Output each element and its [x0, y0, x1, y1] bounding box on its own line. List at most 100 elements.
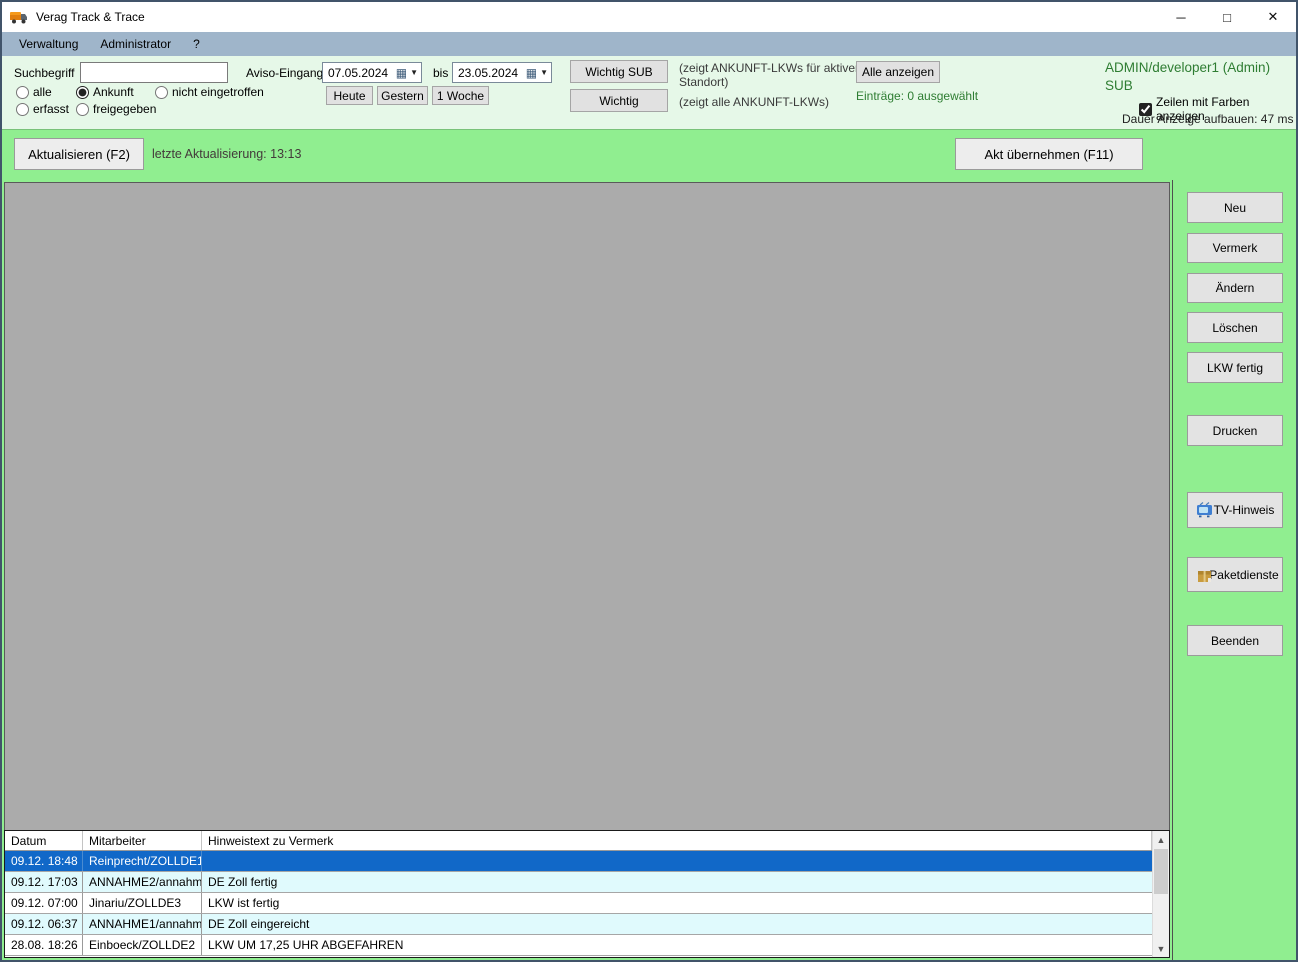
- wichtig-sub-button[interactable]: Wichtig SUB: [570, 60, 668, 83]
- app-window: Verag Track & Trace ─ □ ✕ Verwaltung Adm…: [0, 0, 1298, 962]
- dropdown-icon[interactable]: ▼: [540, 68, 548, 77]
- cell-datum: 09.12. 17:03: [5, 872, 83, 892]
- calendar-icon[interactable]: ▦: [396, 67, 407, 79]
- table-row[interactable]: 09.12. 06:37 ANNAHME1/annahme1 DE Zoll e…: [5, 914, 1152, 935]
- cell-mitarbeiter: Reinprecht/ZOLLDE1: [83, 851, 202, 871]
- menu-verwaltung[interactable]: Verwaltung: [8, 34, 89, 54]
- tv-icon: [1197, 502, 1212, 518]
- table-row[interactable]: 28.08. 18:26 Einboeck/ZOLLDE2 LKW UM 17,…: [5, 935, 1152, 956]
- title-bar: Verag Track & Trace ─ □ ✕: [2, 2, 1296, 32]
- table-row[interactable]: 09.12. 17:03 ANNAHME2/annahme2 DE Zoll f…: [5, 872, 1152, 893]
- maximize-button[interactable]: □: [1204, 2, 1250, 32]
- woche-button[interactable]: 1 Woche: [432, 86, 489, 105]
- menu-help[interactable]: ?: [182, 34, 211, 54]
- radio-ankunft[interactable]: Ankunft: [76, 85, 134, 99]
- aviso-label: Aviso-Eingang: [246, 66, 324, 80]
- date-from-picker[interactable]: 07.05.2024 ▦ ▼: [322, 62, 422, 83]
- log-table-header: Datum Mitarbeiter Hinweistext zu Vermerk: [5, 831, 1152, 851]
- log-table-body: Datum Mitarbeiter Hinweistext zu Vermerk…: [5, 831, 1152, 957]
- radio-ankunft-input[interactable]: [76, 85, 89, 99]
- cell-datum: 09.12. 07:00: [5, 893, 83, 913]
- content-area: Datum Mitarbeiter Hinweistext zu Vermerk…: [2, 180, 1296, 960]
- tv-hinweis-label: TV-Hinweis: [1213, 503, 1275, 517]
- drucken-button[interactable]: Drucken: [1187, 415, 1283, 446]
- cell-hinweis: LKW UM 17,25 UHR ABGEFAHREN: [208, 938, 404, 952]
- radio-nicht-eingetroffen[interactable]: nicht eingetroffen: [155, 85, 264, 99]
- heute-button[interactable]: Heute: [326, 86, 373, 105]
- cell-datum: 09.12. 06:37: [5, 914, 83, 934]
- radio-alle-input[interactable]: [16, 85, 29, 99]
- package-icon: [1198, 570, 1211, 582]
- last-refresh-text: letzte Aktualisierung: 13:13: [152, 147, 302, 161]
- tv-hinweis-button[interactable]: TV-Hinweis: [1187, 492, 1283, 528]
- current-site: SUB: [1105, 78, 1133, 93]
- cell-hinweis: [202, 851, 1152, 871]
- action-bar: Aktualisieren (F2) letzte Aktualisierung…: [2, 130, 1296, 180]
- table-row[interactable]: 09.12. 07:00 Jinariu/ZOLLDE3 LKW ist fer…: [5, 893, 1152, 914]
- cell-mitarbeiter: Jinariu/ZOLLDE3: [83, 893, 202, 913]
- radio-erfasst[interactable]: erfasst: [16, 102, 69, 116]
- cell-hinweis: LKW ist fertig: [208, 896, 280, 910]
- scroll-up-icon[interactable]: ▲: [1153, 831, 1169, 848]
- duration-text: Dauer Anzeige aufbauen: 47 ms: [1122, 112, 1294, 126]
- calendar-icon[interactable]: ▦: [526, 67, 537, 79]
- window-title: Verag Track & Trace: [36, 10, 145, 24]
- close-button[interactable]: ✕: [1250, 2, 1296, 32]
- current-user: ADMIN/developer1 (Admin): [1105, 60, 1271, 75]
- gestern-button[interactable]: Gestern: [377, 86, 428, 105]
- radio-ankunft-label: Ankunft: [93, 85, 134, 99]
- date-to-value: 23.05.2024: [458, 65, 519, 80]
- cell-mitarbeiter: ANNAHME2/annahme2: [83, 872, 202, 892]
- radio-erfasst-input[interactable]: [16, 102, 29, 116]
- sidebar: Neu Vermerk Ändern Löschen LKW fertig Dr…: [1172, 180, 1296, 960]
- alle-anzeigen-button[interactable]: Alle anzeigen: [856, 61, 940, 83]
- cell-mitarbeiter: Einboeck/ZOLLDE2: [83, 935, 202, 955]
- paketdienste-label: Paketdienste: [1209, 567, 1279, 582]
- refresh-button[interactable]: Aktualisieren (F2): [14, 138, 144, 170]
- column-header-mitarbeiter[interactable]: Mitarbeiter: [83, 831, 202, 850]
- wichtig-button[interactable]: Wichtig: [570, 89, 668, 112]
- column-header-datum[interactable]: Datum: [5, 831, 83, 850]
- table-row-selected[interactable]: 09.12. 18:48 Reinprecht/ZOLLDE1: [5, 851, 1152, 872]
- main-grid-empty[interactable]: [4, 182, 1170, 830]
- dropdown-icon[interactable]: ▼: [410, 68, 418, 77]
- menu-administrator[interactable]: Administrator: [89, 34, 182, 54]
- date-from-value: 07.05.2024: [328, 65, 389, 80]
- vermerk-button[interactable]: Vermerk: [1187, 233, 1283, 263]
- radio-freigegeben-input[interactable]: [76, 102, 89, 116]
- search-label: Suchbegriff: [14, 66, 75, 80]
- radio-freigegeben-label: freigegeben: [93, 102, 157, 116]
- radio-alle-label: alle: [33, 85, 52, 99]
- bis-label: bis: [433, 66, 449, 80]
- lkw-fertig-button[interactable]: LKW fertig: [1187, 352, 1283, 383]
- takeover-button[interactable]: Akt übernehmen (F11): [955, 138, 1143, 170]
- menu-bar: Verwaltung Administrator ?: [2, 32, 1296, 56]
- radio-nicht-eingetroffen-label: nicht eingetroffen: [172, 85, 264, 99]
- column-header-hinweistext[interactable]: Hinweistext zu Vermerk: [202, 831, 1152, 850]
- radio-nicht-eingetroffen-input[interactable]: [155, 85, 168, 99]
- wichtig-sub-hint: (zeigt ANKUNFT-LKWs für aktiven Standort…: [679, 61, 862, 90]
- cell-hinweis: DE Zoll eingereicht: [208, 917, 310, 931]
- cell-mitarbeiter: ANNAHME1/annahme1: [83, 914, 202, 934]
- radio-freigegeben[interactable]: freigegeben: [76, 102, 156, 116]
- log-table: Datum Mitarbeiter Hinweistext zu Vermerk…: [4, 830, 1170, 958]
- neu-button[interactable]: Neu: [1187, 192, 1283, 223]
- cell-datum: 28.08. 18:26: [5, 935, 83, 955]
- cell-datum: 09.12. 18:48: [5, 851, 83, 871]
- paketdienste-button[interactable]: Paketdienste: [1187, 557, 1283, 592]
- vertical-scrollbar[interactable]: ▲ ▼: [1152, 831, 1169, 957]
- date-to-picker[interactable]: 23.05.2024 ▦ ▼: [452, 62, 552, 83]
- loeschen-button[interactable]: Löschen: [1187, 312, 1283, 343]
- aendern-button[interactable]: Ändern: [1187, 273, 1283, 303]
- scrollbar-thumb[interactable]: [1154, 849, 1168, 894]
- filter-panel: Suchbegriff alle Ankunft nicht eingetrof…: [2, 56, 1296, 130]
- search-input[interactable]: [80, 62, 228, 83]
- beenden-button[interactable]: Beenden: [1187, 625, 1283, 656]
- entries-status: Einträge: 0 ausgewählt: [856, 89, 979, 103]
- minimize-button[interactable]: ─: [1158, 2, 1204, 32]
- cell-hinweis: DE Zoll fertig: [208, 875, 278, 889]
- scroll-down-icon[interactable]: ▼: [1153, 940, 1169, 957]
- radio-erfasst-label: erfasst: [33, 102, 70, 116]
- truck-icon: [10, 12, 27, 24]
- radio-alle[interactable]: alle: [16, 85, 52, 99]
